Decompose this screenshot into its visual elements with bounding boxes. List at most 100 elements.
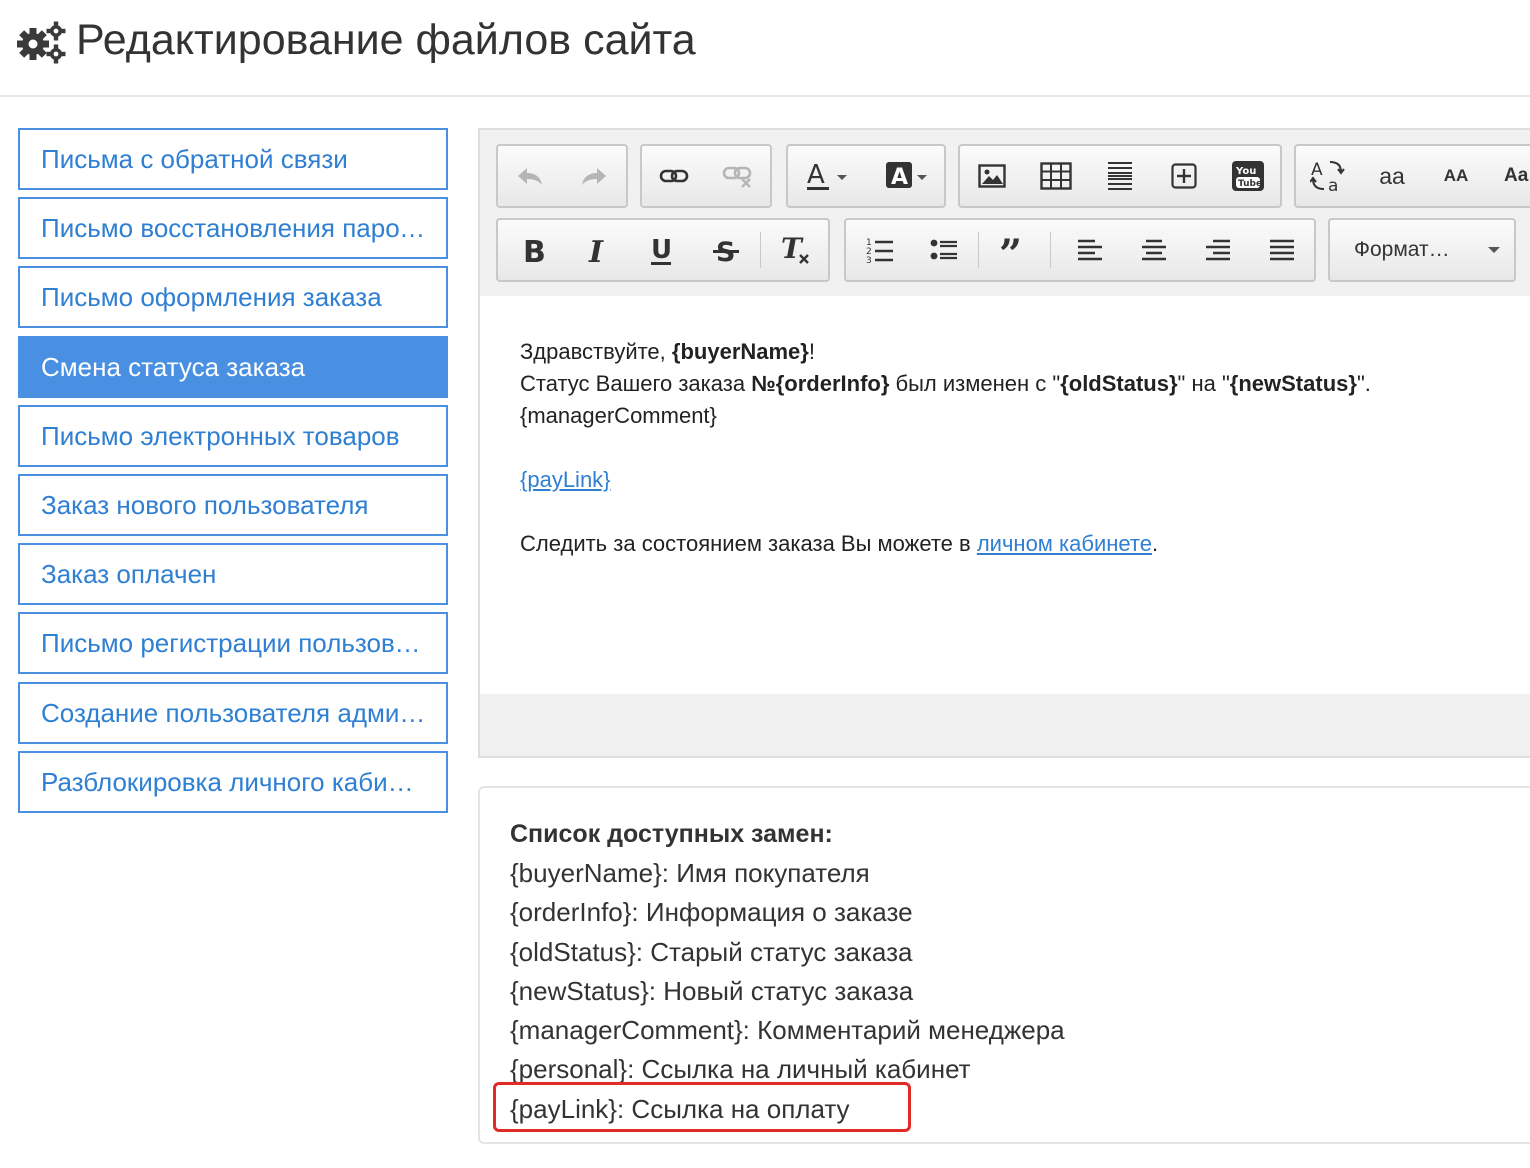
paylink-link[interactable]: {payLink}: [520, 467, 611, 492]
sidebar-item-user-registration[interactable]: Письмо регистрации пользователя: [18, 612, 448, 675]
link-icon: [659, 169, 689, 183]
sidebar-item-digital-goods[interactable]: Письмо электронных товаров: [18, 404, 448, 467]
redo-icon: [582, 168, 606, 185]
strikethrough-button[interactable]: S: [694, 220, 758, 280]
replacements-title: Список доступных замен:: [510, 820, 833, 848]
unordered-list-button[interactable]: [912, 220, 976, 280]
sidebar-item-admin-user-creation[interactable]: Создание пользователя администратором: [18, 681, 448, 744]
background-color-icon: A: [886, 162, 927, 190]
toolbar-divider: [1050, 232, 1051, 268]
link-group: [640, 144, 772, 208]
undo-icon: [518, 168, 542, 185]
svg-text:Tube: Tube: [1238, 179, 1262, 189]
highlight-annotation: [493, 1082, 911, 1132]
youtube-icon: You Tube: [1232, 161, 1264, 191]
insert-plus-button[interactable]: [1152, 146, 1216, 206]
sidebar-item-new-user-order[interactable]: Заказ нового пользователя: [18, 473, 448, 536]
svg-text:B: B: [523, 235, 546, 265]
svg-text:A: A: [891, 165, 908, 190]
lowercase-button[interactable]: aa: [1360, 146, 1424, 206]
font-color-button[interactable]: A: [792, 146, 864, 206]
horizontal-rule-icon: [1108, 162, 1132, 190]
replacement-row: {newStatus}: Новый статус заказа: [510, 975, 914, 1006]
image-icon: [978, 164, 1006, 188]
insert-group: You Tube: [958, 144, 1282, 208]
svg-text:”: ”: [999, 238, 1022, 262]
color-group: A A: [786, 144, 946, 208]
personal-account-link[interactable]: личном кабинете: [977, 531, 1152, 556]
blockquote-button[interactable]: ”: [982, 220, 1046, 280]
sidebar-item-account-unlock[interactable]: Разблокировка личного кабинета: [18, 750, 448, 813]
uppercase-button[interactable]: AA: [1424, 146, 1488, 206]
editor-toolbar: A A You Tube Aa aa AA Aa B I U S T 1 2 3…: [480, 130, 1530, 296]
align-right-button[interactable]: [1186, 220, 1250, 280]
ordered-list-icon: 123: [866, 238, 893, 264]
content-blank-line: [520, 432, 1496, 464]
sidebar-item-feedback[interactable]: Письма с обратной связи: [18, 128, 448, 190]
format-select-label: Формат…: [1354, 238, 1450, 261]
page-title: Редактирование файлов сайта: [76, 16, 696, 64]
svg-text:3: 3: [866, 256, 872, 264]
caret-down-icon: [1488, 247, 1500, 253]
align-left-button[interactable]: [1058, 220, 1122, 280]
replacements-panel: Список доступных замен: {buyerName}: Имя…: [478, 786, 1530, 1144]
align-left-icon: [1078, 239, 1102, 261]
redo-button[interactable]: [562, 146, 626, 206]
case-toggle-icon: Aa: [1310, 160, 1345, 194]
editor-content[interactable]: Здравствуйте, {buyerName}! Статус Вашего…: [480, 296, 1530, 694]
page-header: Редактирование файлов сайта: [0, 0, 1530, 97]
link-button[interactable]: [642, 146, 706, 206]
align-center-button[interactable]: [1122, 220, 1186, 280]
content-blank-line: [520, 496, 1496, 528]
align-right-icon: [1206, 239, 1230, 261]
toolbar-divider: [978, 232, 979, 268]
format-select[interactable]: Формат…: [1328, 218, 1516, 282]
sidebar-item-password-recovery[interactable]: Письмо восстановления пароля: [18, 197, 448, 260]
align-center-icon: [1142, 239, 1166, 261]
replacement-row: {managerComment}: Комментарий менеджера: [510, 1015, 1065, 1046]
bold-button[interactable]: B: [502, 220, 566, 280]
youtube-button[interactable]: You Tube: [1216, 146, 1280, 206]
image-button[interactable]: [960, 146, 1024, 206]
unlink-button[interactable]: [706, 146, 770, 206]
content-line-follow: Следить за состоянием заказа Вы можете в…: [520, 531, 1159, 556]
replacement-row: {oldStatus}: Старый статус заказа: [510, 936, 913, 967]
svg-text:I: I: [588, 235, 604, 265]
table-icon: [1040, 162, 1072, 190]
align-justify-button[interactable]: [1250, 220, 1314, 280]
capitalize-icon: Aa: [1504, 165, 1529, 186]
svg-text:U: U: [651, 235, 672, 265]
sidebar-item-order-placed[interactable]: Письмо оформления заказа: [18, 266, 448, 329]
replacement-row: {buyerName}: Имя покупателя: [510, 858, 870, 888]
history-group: [496, 144, 628, 208]
replacement-row: {orderInfo}: Информация о заказе: [510, 897, 913, 928]
remove-format-button[interactable]: T: [764, 220, 828, 280]
template-list: Письма с обратной связи Письмо восстанов…: [18, 128, 448, 820]
horizontal-rule-button[interactable]: [1088, 146, 1152, 206]
paragraph-group: 123 ”: [844, 218, 1316, 282]
content-line-status: Статус Вашего заказа №{orderInfo} был из…: [520, 371, 1371, 396]
wysiwyg-editor: A A You Tube Aa aa AA Aa B I U S T 1 2 3…: [478, 128, 1530, 758]
text-style-group: B I U S T: [496, 218, 830, 282]
case-toggle-button[interactable]: Aa: [1296, 146, 1360, 206]
undo-button[interactable]: [498, 146, 562, 206]
background-color-button[interactable]: A: [872, 146, 944, 206]
strikethrough-icon: S: [713, 237, 739, 265]
font-color-icon: A: [807, 160, 847, 190]
bold-icon: B: [523, 235, 546, 265]
toolbar-divider: [760, 232, 761, 268]
underline-button[interactable]: U: [630, 220, 694, 280]
insert-plus-icon: [1171, 163, 1197, 189]
sidebar-item-order-status-change[interactable]: Смена статуса заказа: [18, 335, 448, 398]
ordered-list-button[interactable]: 123: [848, 220, 912, 280]
svg-text:A: A: [807, 160, 825, 190]
capitalize-button[interactable]: Aa: [1488, 146, 1530, 206]
remove-format-icon: T: [781, 234, 809, 265]
content-line-manager-comment: {managerComment}: [520, 403, 717, 428]
sidebar-item-order-paid[interactable]: Заказ оплачен: [18, 543, 448, 606]
table-button[interactable]: [1024, 146, 1088, 206]
italic-button[interactable]: I: [566, 220, 630, 280]
unlink-icon: [722, 166, 752, 188]
svg-text:T: T: [781, 234, 804, 265]
editor-status-bar: [480, 694, 1530, 756]
